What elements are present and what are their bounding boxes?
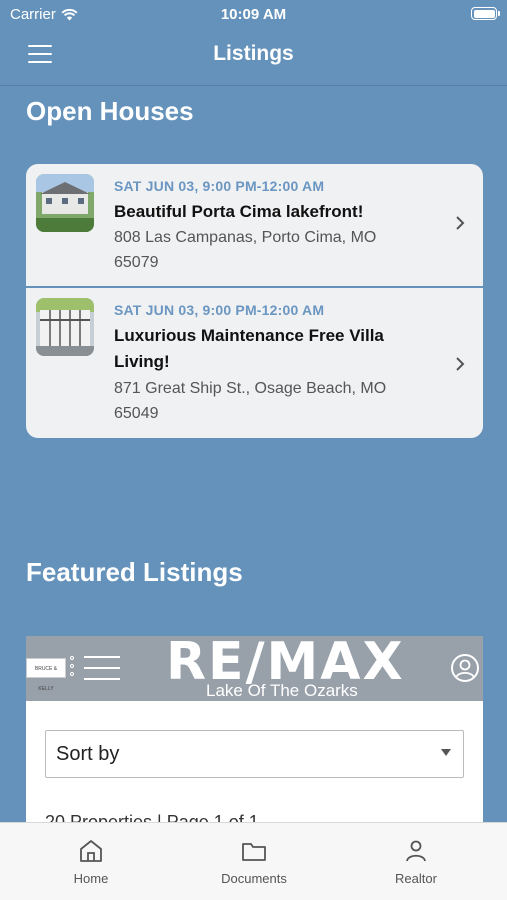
tab-documents-label: Documents	[221, 871, 287, 886]
featured-listings-heading: Featured Listings	[26, 557, 243, 587]
dropdown-arrow-icon	[441, 749, 451, 756]
open-houses-card: SAT JUN 03, 9:00 PM-12:00 AM Beautiful P…	[26, 164, 483, 438]
tab-home-label: Home	[73, 871, 109, 886]
remax-header: BRUCE & KELLY RE/MAX Lake Of The Ozarks	[26, 636, 483, 701]
folder-icon	[242, 843, 266, 861]
open-house-item[interactable]: SAT JUN 03, 9:00 PM-12:00 AM Luxurious M…	[26, 288, 483, 438]
tab-home[interactable]: Home	[41, 837, 141, 886]
status-bar: Carrier 10:09 AM	[0, 0, 507, 30]
person-icon	[406, 840, 426, 862]
chevron-right-icon	[455, 352, 465, 378]
remax-subtitle: Lake Of The Ozarks	[206, 681, 358, 700]
page-title: Listings	[213, 42, 294, 65]
open-house-title-cont: Living!	[114, 352, 170, 371]
site-menu-icon[interactable]	[84, 656, 120, 689]
clock: 10:09 AM	[220, 6, 287, 23]
open-house-item[interactable]: SAT JUN 03, 9:00 PM-12:00 AM Beautiful P…	[26, 164, 483, 286]
tab-bar: Home Documents Realtor	[0, 822, 507, 900]
home-icon	[80, 840, 102, 862]
battery-icon	[471, 7, 500, 20]
open-house-date: SAT JUN 03, 9:00 PM-12:00 AM	[114, 178, 325, 194]
open-house-title: Beautiful Porta Cima lakefront!	[114, 202, 364, 221]
sort-by-label: Sort by	[56, 743, 120, 765]
open-house-address: 871 Great Ship St., Osage Beach, MO	[114, 380, 387, 397]
user-account-icon[interactable]	[451, 654, 479, 682]
sort-by-select[interactable]: Sort by	[45, 730, 464, 778]
chevron-right-icon	[455, 211, 465, 237]
listing-thumbnail	[36, 174, 94, 232]
agent-logo: BRUCE & KELLY	[26, 658, 66, 692]
open-house-zip: 65049	[114, 405, 159, 422]
nav-bar: Listings	[0, 30, 507, 86]
open-house-address: 808 Las Campanas, Porto Cima, MO	[114, 229, 377, 246]
listing-thumbnail	[36, 298, 94, 356]
open-house-zip: 65079	[114, 254, 159, 271]
open-house-date: SAT JUN 03, 9:00 PM-12:00 AM	[114, 302, 325, 318]
more-dots-icon[interactable]	[70, 656, 76, 680]
open-houses-heading: Open Houses	[26, 96, 194, 126]
tab-realtor-label: Realtor	[395, 871, 437, 886]
tab-documents[interactable]: Documents	[204, 837, 304, 886]
tab-realtor[interactable]: Realtor	[366, 837, 466, 886]
open-house-title: Luxurious Maintenance Free Villa	[114, 326, 384, 345]
